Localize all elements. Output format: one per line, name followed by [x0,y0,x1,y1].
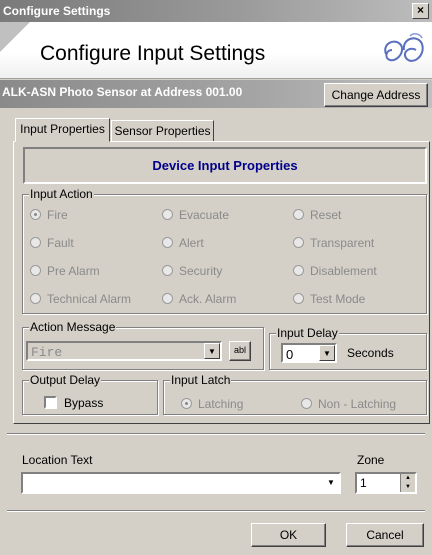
radio-label: Fault [47,236,74,250]
radio-technical-alarm[interactable]: Technical Alarm [30,292,131,306]
location-text-select[interactable]: ▼ [21,472,341,494]
output-delay-legend: Output Delay [29,373,102,387]
radio-alert[interactable]: Alert [162,236,204,250]
radio-indicator [162,265,173,276]
change-address-button[interactable]: Change Address [324,83,428,107]
radio-disablement[interactable]: Disablement [293,264,377,278]
tab-input-properties[interactable]: Input Properties [15,118,110,142]
close-icon: × [416,3,424,17]
radio-ack-alarm[interactable]: Ack. Alarm [162,292,236,306]
zone-value: 1 [360,476,367,490]
panel-title: Device Input Properties [23,147,427,184]
radio-label: Transparent [310,236,375,250]
radio-test-mode[interactable]: Test Mode [293,292,365,306]
action-message-select[interactable]: Fire ▼ [26,341,222,361]
radio-indicator [301,398,312,409]
radio-evacuate[interactable]: Evacuate [162,208,229,222]
radio-security[interactable]: Security [162,264,222,278]
radio-label: Evacuate [179,208,230,222]
radio-label: Pre Alarm [47,264,100,278]
radio-label: Fire [47,208,68,222]
chevron-down-icon: ▼ [204,343,220,359]
ok-button[interactable]: OK [251,523,326,547]
configure-settings-window: Configure Settings × Configure Input Set… [0,0,432,555]
location-text-label: Location Text [22,453,93,467]
abl-button[interactable]: abl [229,341,251,361]
radio-label: Test Mode [310,292,366,306]
bypass-checkbox[interactable] [44,396,57,409]
radio-indicator [181,398,192,409]
action-message-legend: Action Message [29,320,117,334]
radio-non-latching[interactable]: Non - Latching [301,397,396,411]
input-delay-unit: Seconds [347,346,394,360]
radio-label: Ack. Alarm [179,292,237,306]
spinner-down-icon[interactable]: ▼ [401,483,415,492]
radio-indicator [30,293,41,304]
radio-indicator [30,265,41,276]
header-banner: Configure Input Settings [0,22,432,79]
input-latch-legend: Input Latch [170,373,232,387]
radio-indicator [30,209,41,220]
radio-reset[interactable]: Reset [293,208,341,222]
spinner-up-icon[interactable]: ▲ [401,474,415,483]
radio-pre-alarm[interactable]: Pre Alarm [30,264,100,278]
input-action-legend: Input Action [29,187,94,201]
swirl-logo-icon [384,33,424,62]
window-title: Configure Settings [3,4,111,18]
tab-sensor-properties[interactable]: Sensor Properties [111,120,214,142]
device-strip: ALK-ASN Photo Sensor at Address 001.00 C… [0,80,432,108]
section-divider [7,510,425,512]
radio-indicator [162,237,173,248]
chevron-down-icon: ▼ [323,474,339,492]
radio-label: Latching [198,397,244,411]
radio-label: Non - Latching [318,397,397,411]
radio-label: Technical Alarm [47,292,132,306]
section-divider [7,433,425,435]
chevron-down-icon: ▼ [319,345,335,361]
radio-transparent[interactable]: Transparent [293,236,374,250]
input-delay-legend: Input Delay [276,326,339,340]
radio-indicator [293,237,304,248]
radio-indicator [30,237,41,248]
radio-indicator [293,209,304,220]
cancel-button[interactable]: Cancel [346,523,424,547]
zone-label: Zone [357,453,385,467]
radio-indicator [162,293,173,304]
title-bar: Configure Settings × [0,0,432,22]
zone-spinner[interactable]: 1 ▲ ▼ [355,472,417,494]
radio-label: Disablement [310,264,377,278]
zone-spinner-arrows: ▲ ▼ [400,474,415,492]
bypass-label: Bypass [64,396,104,410]
radio-label: Alert [179,236,204,250]
radio-label: Security [179,264,223,278]
input-delay-select[interactable]: 0 ▼ [281,343,337,363]
radio-fire[interactable]: Fire [30,208,68,222]
radio-indicator [293,293,304,304]
action-message-value: Fire [31,345,63,360]
radio-fault[interactable]: Fault [30,236,74,250]
radio-indicator [162,209,173,220]
input-delay-value: 0 [286,347,294,362]
radio-latching[interactable]: Latching [181,397,243,411]
close-button[interactable]: × [412,3,429,19]
page-title: Configure Input Settings [40,42,266,65]
radio-label: Reset [310,208,342,222]
device-label: ALK-ASN Photo Sensor at Address 001.00 [2,85,243,99]
banner-corner-decoration [0,22,30,52]
radio-indicator [293,265,304,276]
